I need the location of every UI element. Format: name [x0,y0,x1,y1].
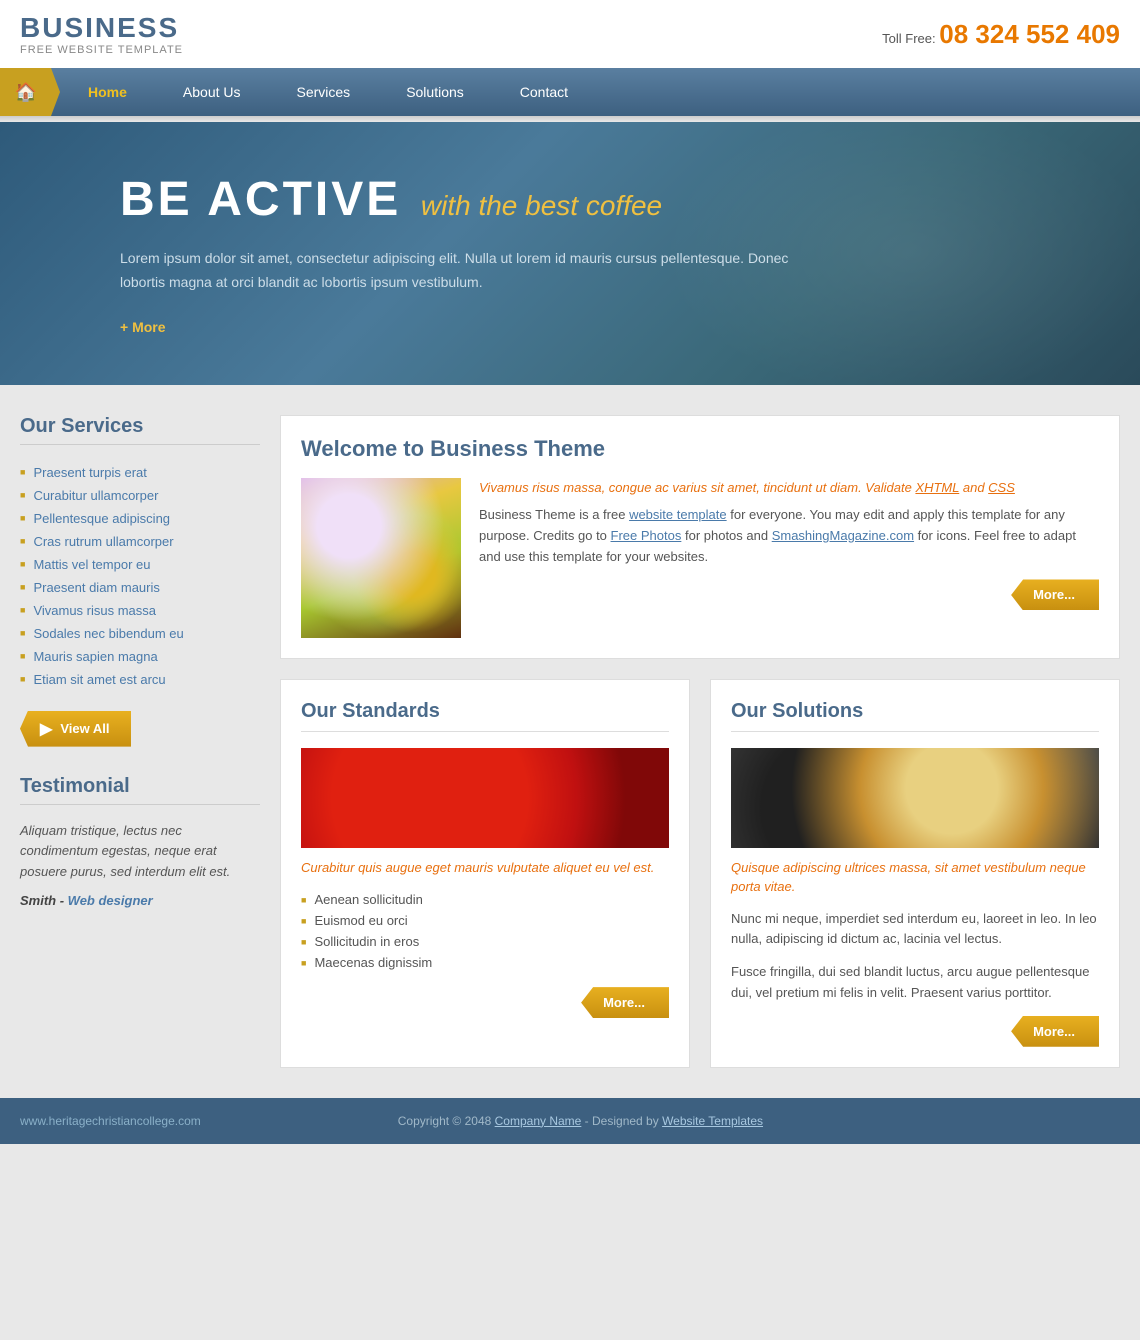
free-photos-link[interactable]: Free Photos [611,528,682,543]
navigation: 🏠 Home About Us Services Solutions Conta… [0,68,1140,116]
list-item: Praesent diam mauris [20,576,260,599]
page-header: BUSINESS FREE WEBSITE TEMPLATE Toll Free… [0,0,1140,68]
home-icon: 🏠 [15,82,37,103]
standards-more: More... [301,987,669,1018]
toll-free-label: Toll Free: [882,31,935,46]
welcome-text: Vivamus risus massa, congue ac varius si… [479,478,1099,638]
solutions-more: More... [731,1016,1099,1047]
testimonial-author-link[interactable]: Web designer [68,893,153,908]
welcome-title: Welcome to Business Theme [301,436,1099,462]
welcome-section: Welcome to Business Theme Vivamus risus … [280,415,1120,659]
xhtml-link[interactable]: XHTML [915,480,959,495]
hero-banner: BE ACTIVE with the best coffee Lorem ips… [0,122,1140,385]
testimonial-title: Testimonial [20,775,260,805]
list-item: Etiam sit amet est arcu [20,668,260,691]
service-link-1[interactable]: Praesent turpis erat [33,465,146,480]
solutions-body-2: Fusce fringilla, dui sed blandit luctus,… [731,962,1099,1004]
templates-link[interactable]: Website Templates [662,1114,763,1128]
service-link-9[interactable]: Mauris sapien magna [33,649,157,664]
standards-image [301,748,669,848]
solutions-italic: Quisque adipiscing ultrices massa, sit a… [731,858,1099,897]
site-title: BUSINESS [20,12,183,44]
hero-title-main: BE ACTIVE [120,173,401,226]
smashing-link[interactable]: SmashingMagazine.com [772,528,914,543]
testimonial-section: Testimonial Aliquam tristique, lectus ne… [20,775,260,908]
company-link[interactable]: Company Name [495,1114,582,1128]
service-link-7[interactable]: Vivamus risus massa [33,603,156,618]
service-list: Praesent turpis erat Curabitur ullamcorp… [20,461,260,691]
service-link-2[interactable]: Curabitur ullamcorper [33,488,158,503]
site-title-block: BUSINESS FREE WEBSITE TEMPLATE [20,12,183,56]
nav-item-home[interactable]: Home [60,68,155,116]
bottom-row: Our Standards Curabitur quis augue eget … [280,679,1120,1068]
list-item: Vivamus risus massa [20,599,260,622]
solutions-body-1: Nunc mi neque, imperdiet sed interdum eu… [731,909,1099,951]
welcome-image-inner [301,478,461,638]
welcome-inner: Vivamus risus massa, congue ac varius si… [301,478,1099,638]
footer-url[interactable]: www.heritagechristiancollege.com [20,1114,201,1128]
solutions-section: Our Solutions Quisque adipiscing ultrice… [710,679,1120,1068]
nav-item-about[interactable]: About Us [155,68,269,116]
list-item: Aenean sollicitudin [301,889,669,910]
standards-section: Our Standards Curabitur quis augue eget … [280,679,690,1068]
solutions-image [731,748,1099,848]
list-item: Sollicitudin in eros [301,931,669,952]
service-link-10[interactable]: Etiam sit amet est arcu [33,672,165,687]
hero-more-link[interactable]: + More [120,319,166,335]
footer-copyright: Copyright © 2048 Company Name - Designed… [201,1114,960,1128]
welcome-body: Business Theme is a free website templat… [479,505,1099,567]
welcome-more-button[interactable]: More... [1011,579,1099,610]
service-link-4[interactable]: Cras rutrum ullamcorper [33,534,173,549]
site-subtitle: FREE WEBSITE TEMPLATE [20,44,183,56]
standards-title: Our Standards [301,700,669,732]
testimonial-text: Aliquam tristique, lectus nec condimentu… [20,821,260,883]
list-item: Euismod eu orci [301,910,669,931]
hero-title-sub: with the best coffee [421,190,662,221]
arrow-icon: ▶ [40,719,52,739]
home-nav-icon[interactable]: 🏠 [0,68,60,116]
standards-image-inner [301,748,669,848]
nav-item-contact[interactable]: Contact [492,68,596,116]
list-item: Maecenas dignissim [301,952,669,973]
service-link-6[interactable]: Praesent diam mauris [33,580,159,595]
solutions-title: Our Solutions [731,700,1099,732]
main-content: Our Services Praesent turpis erat Curabi… [0,385,1140,1098]
list-item: Curabitur ullamcorper [20,484,260,507]
page-footer: www.heritagechristiancollege.com Copyrig… [0,1098,1140,1144]
sidebar: Our Services Praesent turpis erat Curabi… [20,415,260,1068]
list-item: Cras rutrum ullamcorper [20,530,260,553]
list-item: Sodales nec bibendum eu [20,622,260,645]
service-link-5[interactable]: Mattis vel tempor eu [33,557,150,572]
nav-item-services[interactable]: Services [269,68,379,116]
toll-free-block: Toll Free: 08 324 552 409 [882,19,1120,50]
nav-item-solutions[interactable]: Solutions [378,68,492,116]
view-all-button[interactable]: ▶ View All [20,711,131,747]
list-item: Praesent turpis erat [20,461,260,484]
standards-list: Aenean sollicitudin Euismod eu orci Soll… [301,889,669,973]
testimonial-author: Smith - Web designer [20,893,260,908]
services-section-title: Our Services [20,415,260,445]
list-item: Mattis vel tempor eu [20,553,260,576]
hero-description: Lorem ipsum dolor sit amet, consectetur … [120,247,820,295]
website-template-link[interactable]: website template [629,507,727,522]
standards-italic: Curabitur quis augue eget mauris vulputa… [301,858,669,878]
welcome-more-btn: More... [479,579,1099,610]
list-item: Mauris sapien magna [20,645,260,668]
welcome-italic: Vivamus risus massa, congue ac varius si… [479,478,1099,498]
service-link-8[interactable]: Sodales nec bibendum eu [33,626,183,641]
hero-title-line: BE ACTIVE with the best coffee [120,172,1040,227]
welcome-image [301,478,461,638]
solutions-image-inner [731,748,1099,848]
toll-free-number: 08 324 552 409 [939,19,1120,49]
standards-more-button[interactable]: More... [581,987,669,1018]
service-link-3[interactable]: Pellentesque adipiscing [33,511,170,526]
solutions-more-button[interactable]: More... [1011,1016,1099,1047]
list-item: Pellentesque adipiscing [20,507,260,530]
css-link[interactable]: CSS [988,480,1015,495]
content-area: Welcome to Business Theme Vivamus risus … [280,415,1120,1068]
